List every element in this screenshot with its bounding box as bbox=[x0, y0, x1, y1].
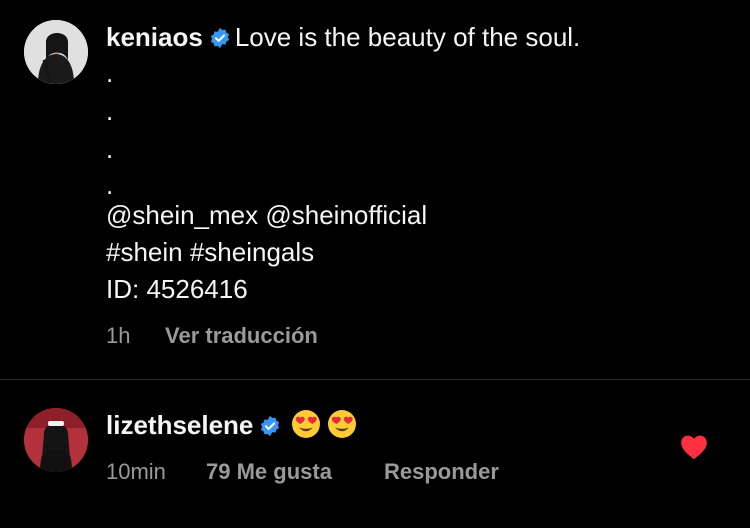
post-id: ID: 4526416 bbox=[106, 274, 248, 304]
comment-timestamp: 10min bbox=[106, 459, 166, 484]
caption-dot: . bbox=[106, 96, 114, 126]
post-mentions[interactable]: @shein_mex @sheinofficial bbox=[106, 200, 427, 230]
translate-button[interactable]: Ver traducción bbox=[165, 323, 318, 349]
comment-username[interactable]: lizethselene bbox=[106, 410, 253, 440]
verified-badge-icon bbox=[259, 413, 281, 443]
post-caption: Love is the beauty of the soul. bbox=[234, 22, 581, 52]
comment-likes[interactable]: 79 Me gusta bbox=[206, 459, 332, 485]
post-username[interactable]: keniaos bbox=[106, 22, 203, 52]
heart-eyes-emoji-icon bbox=[327, 409, 357, 445]
post-caption-line: keniaos Love is the beauty of the soul. bbox=[106, 22, 580, 55]
comment-avatar[interactable] bbox=[24, 408, 88, 472]
like-button[interactable] bbox=[680, 434, 708, 465]
verified-badge-icon bbox=[209, 25, 231, 55]
heart-filled-icon bbox=[681, 435, 707, 460]
comment-text-line: lizethselene bbox=[106, 409, 357, 445]
post-timestamp: 1h bbox=[106, 323, 131, 348]
divider bbox=[0, 379, 750, 380]
heart-eyes-emoji-icon bbox=[291, 409, 321, 445]
reply-button[interactable]: Responder bbox=[384, 459, 499, 485]
post-hashtags[interactable]: #shein #sheingals bbox=[106, 237, 314, 267]
caption-dot: . bbox=[106, 134, 114, 164]
post-avatar[interactable] bbox=[24, 20, 88, 84]
caption-dot: . bbox=[106, 58, 114, 88]
caption-dot: . bbox=[106, 170, 114, 200]
